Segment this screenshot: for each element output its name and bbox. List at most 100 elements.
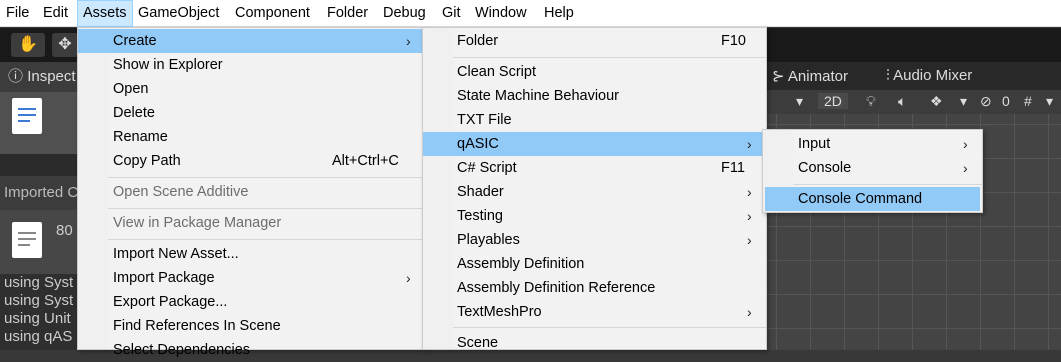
menu-item-scene[interactable]: Scene xyxy=(423,331,766,355)
chevron-right-icon: › xyxy=(406,270,411,286)
move-icon[interactable]: ✥ xyxy=(52,33,78,57)
menu-separator xyxy=(453,327,766,328)
menu-item-state-machine-behaviour[interactable]: State Machine Behaviour xyxy=(423,84,766,108)
menu-item-rename[interactable]: Rename xyxy=(78,125,423,149)
audio-icon[interactable]: 🔈︎ xyxy=(898,93,906,110)
code-line: using Syst xyxy=(4,274,74,291)
menu-item-label: Delete xyxy=(113,105,155,121)
toggle-2d-button[interactable]: 2D xyxy=(818,93,848,109)
menu-gameobject[interactable]: GameObject xyxy=(138,0,219,27)
text-file-icon xyxy=(12,222,42,258)
menu-item-label: TextMeshPro xyxy=(457,304,542,320)
menu-item-playables[interactable]: Playables › xyxy=(423,228,766,252)
menu-file[interactable]: File xyxy=(6,0,29,27)
chevron-right-icon: › xyxy=(747,232,752,248)
code-preview: using Syst using Syst using Unit using q… xyxy=(0,274,80,350)
menu-item-import-package[interactable]: Import Package › xyxy=(78,266,423,290)
inspector-tab[interactable]: ⓘ Inspect xyxy=(0,62,80,92)
menu-item-label: Open xyxy=(113,81,149,97)
menu-item-console-command[interactable]: Console Command xyxy=(765,187,980,211)
menu-item-find-references[interactable]: Find References In Scene xyxy=(78,314,423,338)
menu-item-input[interactable]: Input › xyxy=(763,132,982,156)
menu-item-folder[interactable]: Folder F10 xyxy=(423,29,766,53)
menu-folder[interactable]: Folder xyxy=(327,0,368,27)
menu-item-view-in-package-manager: View in Package Manager xyxy=(78,211,423,235)
inspector-tab-label: Inspect xyxy=(27,68,76,85)
menu-item-label: Console Command xyxy=(798,191,923,207)
menu-item-shortcut: Alt+Ctrl+C xyxy=(332,153,399,169)
menu-item-label: Console xyxy=(798,160,852,176)
menu-item-csharp-script[interactable]: C# Script F11 xyxy=(423,156,766,180)
menu-debug[interactable]: Debug xyxy=(383,0,426,27)
menu-item-console[interactable]: Console › xyxy=(763,156,982,180)
menu-item-label: State Machine Behaviour xyxy=(457,88,620,104)
menu-item-label: Show in Explorer xyxy=(113,57,223,73)
grid-icon[interactable]: # xyxy=(1024,93,1032,109)
menu-item-label: C# Script xyxy=(457,160,517,176)
menu-item-label: Clean Script xyxy=(457,64,536,80)
scene-toolbar: ▾ 2D 💡︎ 🔈︎ ❖ ▾ ⊘ 0 # ▾ xyxy=(766,90,1061,114)
window-tabs: ⊱ Animator ⫶ Audio Mixer xyxy=(766,62,1061,90)
menu-separator xyxy=(453,57,766,58)
menu-item-testing[interactable]: Testing › xyxy=(423,204,766,228)
code-line: using Unit xyxy=(4,310,71,327)
tab-animator[interactable]: ⊱ Animator xyxy=(772,67,848,85)
code-line: using Syst xyxy=(4,292,74,309)
menu-item-label: Folder xyxy=(457,33,499,49)
menu-item-show-in-explorer[interactable]: Show in Explorer xyxy=(78,53,423,77)
imported-body xyxy=(0,210,80,274)
dropdown-arrow-icon[interactable]: ▾ xyxy=(796,93,803,110)
chevron-right-icon: › xyxy=(747,304,752,320)
menu-item-label: Copy Path xyxy=(113,153,181,169)
menu-item-label: Input xyxy=(798,136,831,152)
menu-item-assembly-definition-reference[interactable]: Assembly Definition Reference xyxy=(423,276,766,300)
menu-separator xyxy=(793,184,982,185)
menu-item-textmeshpro[interactable]: TextMeshPro › xyxy=(423,300,766,324)
menu-item-label: Assembly Definition Reference xyxy=(457,280,656,296)
menu-git[interactable]: Git xyxy=(442,0,461,27)
menu-item-select-dependencies[interactable]: Select Dependencies xyxy=(78,338,423,362)
menu-item-label: Playables xyxy=(457,232,520,248)
menu-item-label: Shader xyxy=(457,184,504,200)
menu-item-label: View in Package Manager xyxy=(113,215,282,231)
chevron-right-icon: › xyxy=(963,136,968,152)
menu-item-label: TXT File xyxy=(457,112,512,128)
menu-item-label: Rename xyxy=(113,129,168,145)
menu-item-shader[interactable]: Shader › xyxy=(423,180,766,204)
effects-dropdown-icon[interactable]: ▾ xyxy=(960,93,967,110)
menu-item-create[interactable]: Create › xyxy=(78,29,423,53)
menu-separator xyxy=(108,239,423,240)
chevron-right-icon: › xyxy=(963,160,968,176)
lighting-icon[interactable]: 💡︎ xyxy=(866,93,876,110)
effects-icon[interactable]: ❖ xyxy=(930,93,943,110)
menu-item-label: Import Package xyxy=(113,270,215,286)
menu-window[interactable]: Window xyxy=(475,0,527,27)
menu-item-import-new-asset[interactable]: Import New Asset... xyxy=(78,242,423,266)
chevron-right-icon: › xyxy=(406,33,411,49)
menu-item-label: Import New Asset... xyxy=(113,246,239,262)
menu-item-open[interactable]: Open xyxy=(78,77,423,101)
menu-item-shortcut: F11 xyxy=(721,160,745,176)
grid-dropdown-icon[interactable]: ▾ xyxy=(1046,93,1053,110)
chevron-right-icon: › xyxy=(747,136,752,152)
menu-item-txt-file[interactable]: TXT File xyxy=(423,108,766,132)
hand-icon[interactable]: ✋ xyxy=(11,33,45,57)
menu-item-export-package[interactable]: Export Package... xyxy=(78,290,423,314)
menu-item-clean-script[interactable]: Clean Script xyxy=(423,60,766,84)
menu-item-delete[interactable]: Delete xyxy=(78,101,423,125)
menu-help[interactable]: Help xyxy=(544,0,574,27)
visibility-icon[interactable]: ⊘ xyxy=(980,93,992,110)
menu-item-copy-path[interactable]: Copy Path Alt+Ctrl+C xyxy=(78,149,423,173)
menu-item-qasic[interactable]: qASIC › xyxy=(423,132,766,156)
audio-mixer-icon: ⫶ xyxy=(886,67,890,84)
menu-item-assembly-definition[interactable]: Assembly Definition xyxy=(423,252,766,276)
qasic-submenu: Input › Console › Console Command xyxy=(762,129,983,213)
menu-assets[interactable]: Assets xyxy=(77,0,133,27)
menu-edit[interactable]: Edit xyxy=(43,0,68,27)
menu-item-label: Scene xyxy=(457,335,499,351)
create-submenu: Folder F10 Clean Script State Machine Be… xyxy=(422,27,767,351)
inspector-body xyxy=(0,92,80,154)
tab-audio-mixer[interactable]: ⫶ Audio Mixer xyxy=(886,67,972,84)
menu-item-shortcut: F10 xyxy=(721,33,746,49)
menu-component[interactable]: Component xyxy=(235,0,310,27)
